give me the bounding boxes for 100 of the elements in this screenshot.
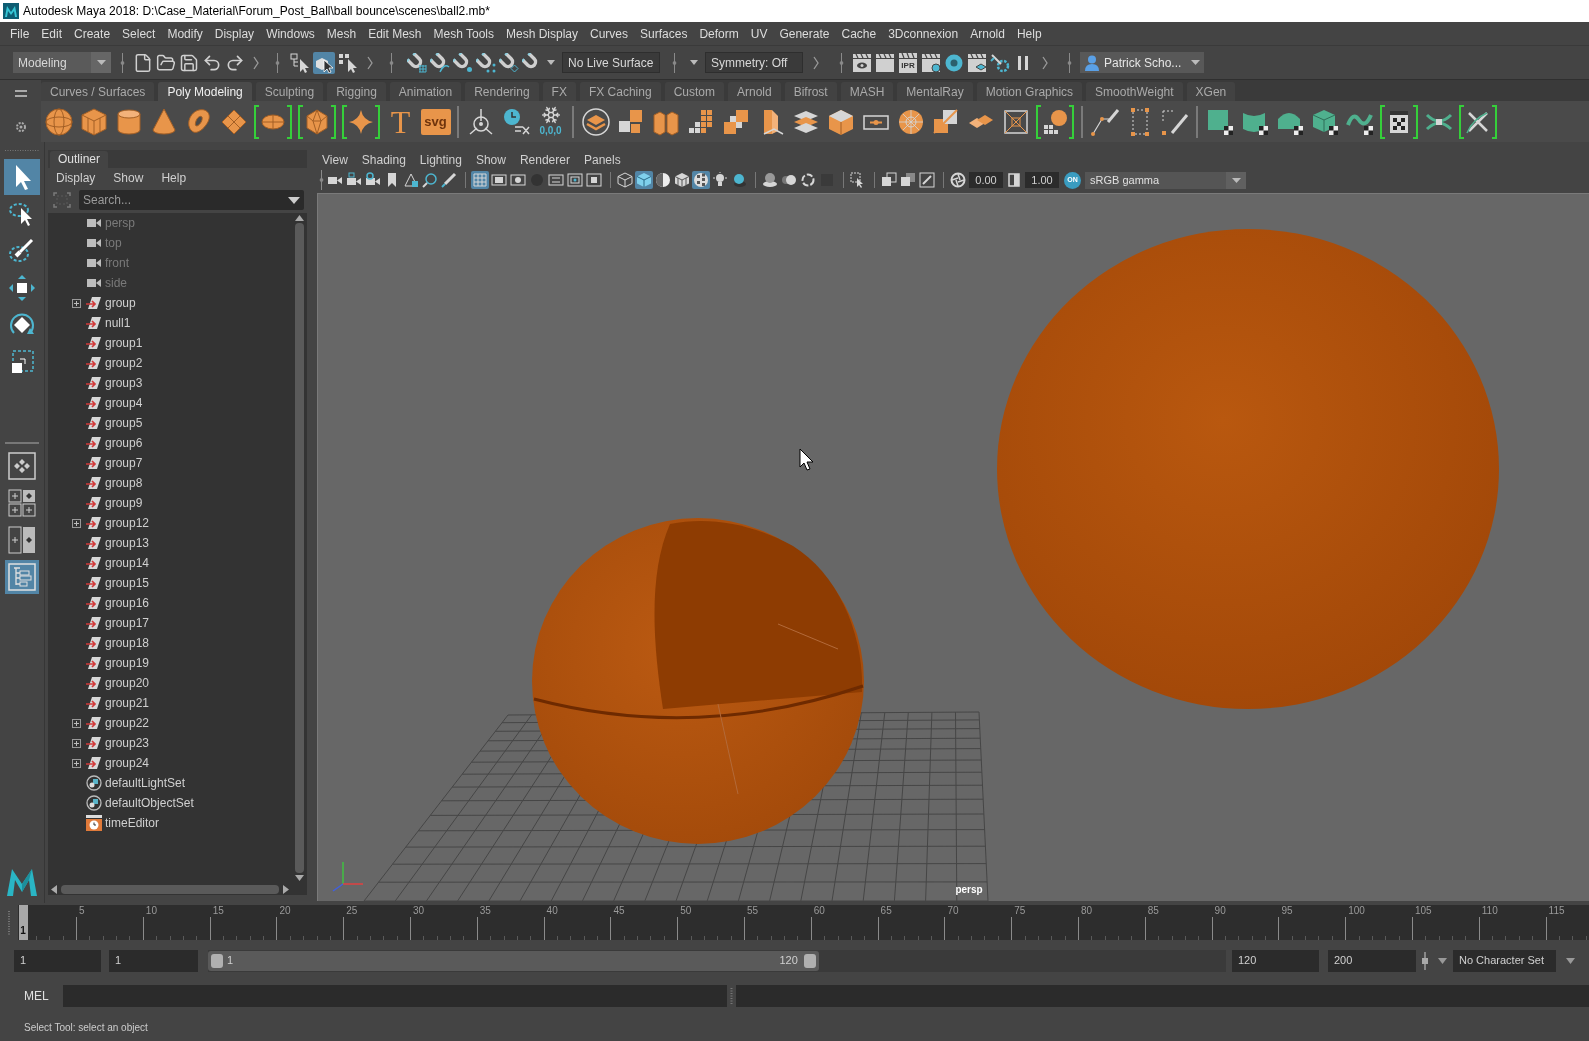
outliner-item[interactable]: timeEditor: [48, 813, 294, 833]
shelf-tab[interactable]: Motion Graphics: [976, 82, 1083, 101]
outliner-item[interactable]: group14: [48, 553, 294, 573]
menu-item[interactable]: Mesh: [320, 23, 363, 44]
outliner-item[interactable]: group3: [48, 373, 294, 393]
outliner-item[interactable]: defaultObjectSet: [48, 793, 294, 813]
undo-icon[interactable]: [202, 52, 222, 73]
toolbar-toggle-button[interactable]: [635, 171, 653, 189]
shelf-tab[interactable]: Poly Modeling: [158, 82, 252, 101]
command-language-button[interactable]: MEL: [20, 987, 53, 1005]
clapperboard-icon[interactable]: [875, 52, 895, 73]
folder-icon[interactable]: [156, 52, 176, 73]
outliner-item[interactable]: group5: [48, 413, 294, 433]
clapperboard-eye-icon[interactable]: [852, 52, 872, 73]
current-frame-marker[interactable]: 1: [18, 905, 28, 940]
dropdown-caret-icon[interactable]: [690, 60, 698, 65]
menu-item[interactable]: Display: [208, 23, 261, 44]
outliner-item[interactable]: group17: [48, 613, 294, 633]
toolbar-toggle-button[interactable]: [673, 171, 691, 189]
shelf-tab[interactable]: Arnold: [727, 82, 781, 101]
outliner-item[interactable]: group13: [48, 533, 294, 553]
search-options-button[interactable]: [284, 190, 304, 210]
ring-icon[interactable]: [944, 52, 964, 73]
menu-item[interactable]: Mesh Tools: [427, 23, 500, 44]
menu-item[interactable]: Help: [1010, 23, 1048, 44]
user-account-button[interactable]: Patrick Scho...: [1080, 52, 1204, 73]
sphere-grid-icon[interactable]: [1035, 104, 1075, 139]
half-square-icon[interactable]: [1006, 172, 1022, 188]
outliner-item[interactable]: group23: [48, 733, 294, 753]
magnet-grid-icon[interactable]: [407, 52, 427, 73]
polyhedron-icon[interactable]: [297, 104, 337, 139]
magnet-diamond-icon[interactable]: [499, 52, 519, 73]
range-handle-icon[interactable]: [803, 953, 816, 968]
outliner-item[interactable]: group15: [48, 573, 294, 593]
object-select-button[interactable]: [313, 51, 335, 74]
svg-tool-button[interactable]: svg: [420, 108, 451, 135]
live-surface-field[interactable]: No Live Surface: [562, 52, 660, 73]
outliner-item[interactable]: group4: [48, 393, 294, 413]
shelf-tab[interactable]: Rigging: [327, 82, 386, 101]
outliner-item[interactable]: defaultLightSet: [48, 773, 294, 793]
panel-menu-item[interactable]: Shading: [354, 151, 413, 169]
dropdown-caret-icon[interactable]: [1231, 177, 1241, 183]
shelf-tab[interactable]: FX Caching: [579, 82, 661, 101]
toolbar-toggle-button[interactable]: [654, 171, 672, 189]
snap-origin-button[interactable]: 0,0,0: [534, 104, 567, 139]
expand-plus-icon[interactable]: [72, 298, 81, 308]
menu-item[interactable]: Windows: [260, 23, 321, 44]
expand-plus-icon[interactable]: [72, 758, 81, 768]
dropdown-caret-icon[interactable]: [1438, 957, 1447, 964]
toolbar-toggle-button[interactable]: [711, 171, 729, 189]
shelf-tab[interactable]: XGen: [1186, 82, 1236, 101]
dropdown-caret-icon[interactable]: [1566, 957, 1575, 964]
character-set-dropdown[interactable]: No Character Set: [1453, 949, 1556, 972]
shelf-tab[interactable]: Sculpting: [255, 82, 324, 101]
menu-item[interactable]: Edit: [35, 23, 69, 44]
text-tool-button[interactable]: T: [386, 105, 415, 138]
toolbar-toggle-button[interactable]: [899, 171, 917, 189]
panel-menu-item[interactable]: Panels: [576, 151, 628, 169]
new-file-icon[interactable]: [133, 52, 153, 73]
exposure-field[interactable]: 0.00: [969, 172, 1003, 188]
outliner-item[interactable]: group24: [48, 753, 294, 773]
toolbar-handle-icon[interactable]: [319, 169, 324, 191]
animation-end-field[interactable]: 200: [1328, 949, 1416, 972]
toolbar-toggle-button[interactable]: [509, 171, 527, 189]
menu-item[interactable]: Create: [68, 23, 117, 44]
gamma-field[interactable]: 1.00: [1025, 172, 1059, 188]
menu-icon[interactable]: [14, 90, 27, 97]
hierarchy-select-button[interactable]: [289, 51, 311, 74]
outliner-item[interactable]: group2: [48, 353, 294, 373]
outliner-item[interactable]: group22: [48, 713, 294, 733]
menu-item[interactable]: Edit Mesh: [362, 23, 428, 44]
playback-start-field[interactable]: 1: [109, 949, 198, 972]
toolbar-toggle-button[interactable]: [799, 171, 817, 189]
scrollbar-thumb[interactable]: [61, 884, 279, 894]
panel-menu-item[interactable]: View: [315, 151, 355, 169]
time-slider[interactable]: 5 10 15 20 25 30 35 40 45 50 55 60 65 70 75 80 85 90 95 100 105 110 115 1: [18, 905, 1589, 940]
sphere-icon[interactable]: [43, 106, 74, 137]
outliner-item[interactable]: group8: [48, 473, 294, 493]
menu-item[interactable]: File: [4, 23, 36, 44]
toolbar-toggle-button[interactable]: [918, 171, 936, 189]
toolbar-toggle-button[interactable]: [692, 171, 710, 189]
cube-icon[interactable]: [78, 106, 109, 137]
toolbar-toggle-button[interactable]: [471, 171, 489, 189]
toolbar-toggle-button[interactable]: [440, 171, 458, 189]
color-space-dropdown[interactable]: sRGB gamma: [1085, 171, 1246, 189]
toolbar-toggle-button[interactable]: [880, 171, 898, 189]
outliner-item[interactable]: group7: [48, 453, 294, 473]
layers-circle-icon[interactable]: [580, 106, 611, 137]
scrollbar-thumb[interactable]: [295, 223, 304, 873]
menu-item[interactable]: Curves: [584, 23, 635, 44]
toolbar-toggle-button[interactable]: [616, 171, 634, 189]
menu-item[interactable]: UV: [744, 23, 774, 44]
range-handle-icon[interactable]: [211, 953, 223, 968]
aperture-icon[interactable]: [950, 172, 966, 188]
scroll-right-arrow-icon[interactable]: [283, 884, 289, 894]
scroll-down-arrow-icon[interactable]: [295, 875, 304, 881]
menu-item[interactable]: Cache: [835, 23, 883, 44]
shelf-tab[interactable]: SmoothWeight: [1086, 82, 1183, 101]
outliner-item[interactable]: null1: [48, 313, 294, 333]
expand-plus-icon[interactable]: [72, 738, 81, 748]
